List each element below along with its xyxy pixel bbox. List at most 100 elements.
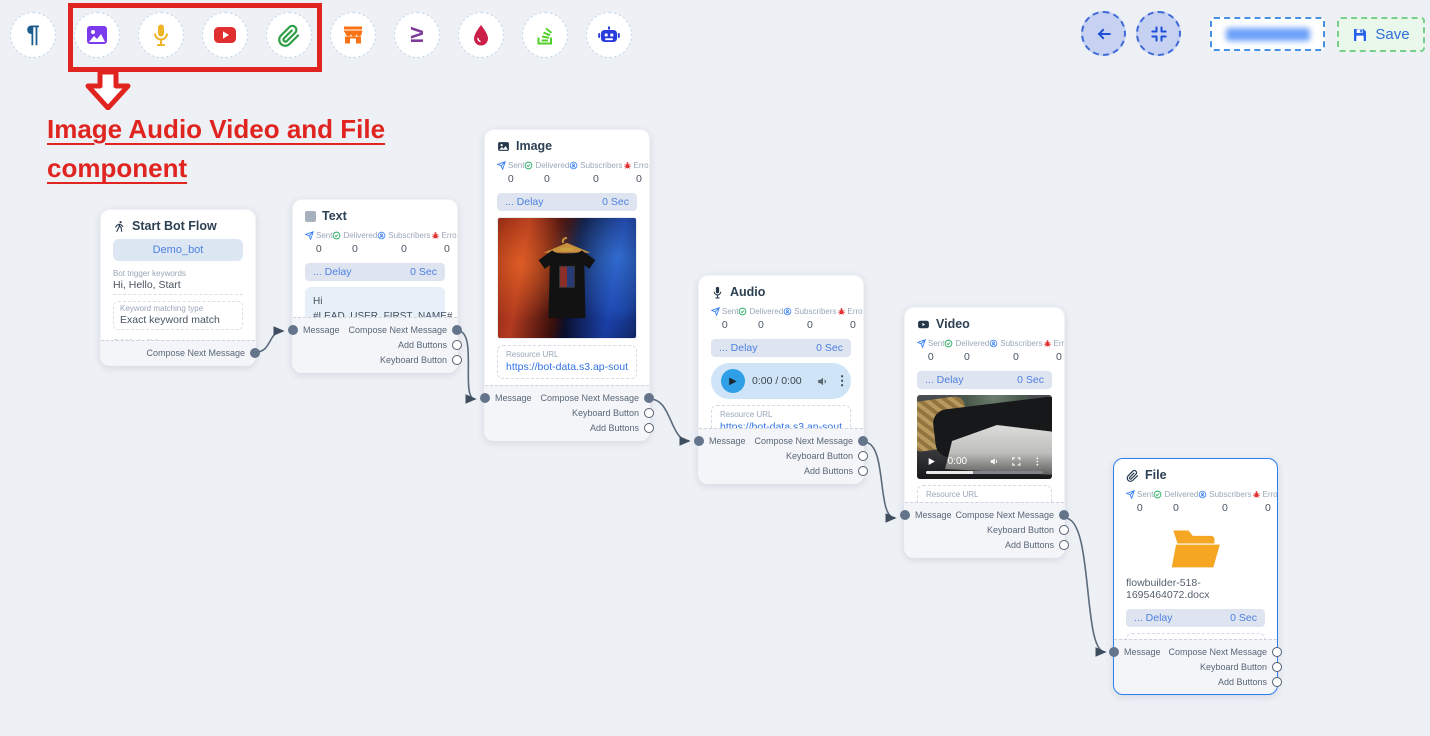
output-handle-compose-next-message[interactable] <box>1272 647 1282 657</box>
input-handle-message[interactable] <box>288 325 298 335</box>
delay-setting[interactable]: ... Delay 0 Sec <box>917 371 1052 389</box>
node-video[interactable]: Video Sent0 Delivered0 Subscribers0 Erro… <box>904 307 1065 558</box>
video-icon <box>917 318 930 331</box>
output-handle-keyboard-button[interactable] <box>1272 662 1282 672</box>
node-text[interactable]: Text Sent0 Delivered0 Subscribers0 Error… <box>292 199 458 373</box>
keyword-matching-field[interactable]: Keyword matching type Exact keyword matc… <box>113 301 243 330</box>
output-handle-compose-next-message[interactable] <box>1059 510 1069 520</box>
output-handle-keyboard-button[interactable] <box>1059 525 1069 535</box>
output-handle-keyboard-button[interactable] <box>452 355 462 365</box>
file-preview[interactable]: flowbuilder-518-1695464072.docx <box>1126 522 1265 603</box>
output-handle-compose-next-message[interactable] <box>452 325 462 335</box>
speaker-icon[interactable] <box>989 456 1000 467</box>
delay-value: 0 Sec <box>1230 612 1257 624</box>
play-button[interactable]: ▶ <box>721 369 745 393</box>
delivered-count: 0 <box>964 351 970 363</box>
robot-icon <box>597 23 621 47</box>
output-handle-add-buttons[interactable] <box>1059 540 1069 550</box>
resource-url-box: Resource URL https://bot-data.s3.ap-sout… <box>497 345 637 379</box>
input-handle-message[interactable] <box>694 436 704 446</box>
input-handle-message[interactable] <box>1109 647 1119 657</box>
speaker-icon <box>816 375 829 388</box>
sent-count: 0 <box>316 243 322 255</box>
video-progress-fill <box>926 471 973 474</box>
video-preview[interactable]: 0:00 <box>917 395 1052 479</box>
resource-url-link[interactable]: https://bot-data.s3.ap-southeast-1.wasab… <box>720 421 842 428</box>
output-handle-compose-next-message[interactable] <box>644 393 654 403</box>
toolbar-ai-component-button[interactable] <box>586 12 632 58</box>
volume-button[interactable] <box>816 375 829 388</box>
greater-equal-icon: ≥ <box>410 23 423 47</box>
delay-setting[interactable]: ... Delay 0 Sec <box>711 339 851 357</box>
delay-value: 0 Sec <box>1017 374 1044 386</box>
toolbar-audio-component-button[interactable] <box>138 12 184 58</box>
play-icon[interactable] <box>926 456 937 467</box>
sent-count: 0 <box>928 351 934 363</box>
file-name: flowbuilder-518-1695464072.docx <box>1126 577 1265 601</box>
video-controls: 0:00 <box>917 453 1052 479</box>
node-start-bot-flow[interactable]: Start Bot Flow Demo_bot Bot trigger keyw… <box>100 209 256 366</box>
output-handle-compose-next-message[interactable] <box>858 436 868 446</box>
delivered-count: 0 <box>352 243 358 255</box>
open-folder-icon <box>1170 528 1222 572</box>
redacted-label <box>1226 28 1310 41</box>
delay-setting[interactable]: ... Delay 0 Sec <box>1126 609 1265 627</box>
output-handle-compose-next-message[interactable] <box>250 348 260 358</box>
errors-count: 0 <box>1056 351 1062 363</box>
toolbar-ecommerce-component-button[interactable] <box>330 12 376 58</box>
redacted-action-button[interactable] <box>1210 17 1325 51</box>
image-icon <box>497 140 510 153</box>
video-time: 0:00 <box>948 456 967 467</box>
toolbar-text-component-button[interactable]: ¶ <box>10 12 56 58</box>
trigger-keywords-field[interactable]: Bot trigger keywords Hi, Hello, Start <box>113 267 243 295</box>
sent-icon <box>497 161 506 170</box>
output-handle-add-buttons[interactable] <box>858 466 868 476</box>
output-handle-add-buttons[interactable] <box>644 423 654 433</box>
delay-setting[interactable]: ... Delay 0 Sec <box>305 263 445 281</box>
errors-icon <box>1043 339 1052 348</box>
toolbar-drip-component-button[interactable] <box>458 12 504 58</box>
message-preview[interactable]: Hi #LEAD_USER_FIRST_NAME# , Welcome to o… <box>305 287 445 317</box>
image-preview[interactable] <box>497 217 637 339</box>
handle-label-add-buttons: Add Buttons <box>398 340 447 350</box>
back-button[interactable] <box>1081 11 1126 56</box>
errors-count: 0 <box>850 319 856 331</box>
delivered-icon <box>944 339 953 348</box>
output-handle-add-buttons[interactable] <box>452 340 462 350</box>
toolbar-image-component-button[interactable] <box>74 12 120 58</box>
video-progress-bar[interactable] <box>926 471 1043 474</box>
sent-icon <box>305 231 314 240</box>
stats-row: Sent0 Delivered0 Subscribers0 Errors0 <box>497 159 637 187</box>
save-button[interactable]: Save <box>1337 17 1425 52</box>
toolbar-video-component-button[interactable] <box>202 12 248 58</box>
delay-setting[interactable]: ... Delay 0 Sec <box>497 193 637 211</box>
toolbar-sequence-component-button[interactable] <box>522 12 568 58</box>
node-audio[interactable]: Audio Sent0 Delivered0 Subscribers0 Erro… <box>698 275 864 484</box>
handle-label-add-buttons: Add Buttons <box>1005 540 1054 550</box>
node-file[interactable]: File Sent0 Delivered0 Subscribers0 Error… <box>1113 458 1278 695</box>
subscribers-count: 0 <box>1013 351 1019 363</box>
bot-name-pill[interactable]: Demo_bot <box>113 239 243 261</box>
fullscreen-icon[interactable] <box>1011 456 1022 467</box>
output-handle-add-buttons[interactable] <box>1272 677 1282 687</box>
toolbar-file-component-button[interactable] <box>266 12 312 58</box>
resource-url-link[interactable]: https://bot-data.s3.ap-southeast-1.wasab… <box>506 361 628 373</box>
subscribers-icon <box>783 307 792 316</box>
output-handle-keyboard-button[interactable] <box>858 451 868 461</box>
kebab-menu-icon[interactable] <box>1032 456 1043 467</box>
toolbar-condition-component-button[interactable]: ≥ <box>394 12 440 58</box>
input-handle-message[interactable] <box>900 510 910 520</box>
errors-count: 0 <box>636 173 642 185</box>
sent-icon <box>917 339 926 348</box>
output-handle-keyboard-button[interactable] <box>644 408 654 418</box>
tshirt-on-hanger-graphic <box>530 232 604 328</box>
node-image[interactable]: Image Sent0 Delivered0 Subscribers0 Erro… <box>484 129 650 441</box>
fit-view-button[interactable] <box>1136 11 1181 56</box>
audio-menu-button[interactable]: ⋮ <box>836 373 849 389</box>
input-handle-message[interactable] <box>480 393 490 403</box>
handle-label-keyboard-button: Keyboard Button <box>987 525 1054 535</box>
subscribers-icon <box>377 231 386 240</box>
node-title: File <box>1145 468 1167 482</box>
store-icon <box>341 23 365 47</box>
stats-row: Sent0 Delivered0 Subscribers0 Errors0 <box>305 229 445 257</box>
